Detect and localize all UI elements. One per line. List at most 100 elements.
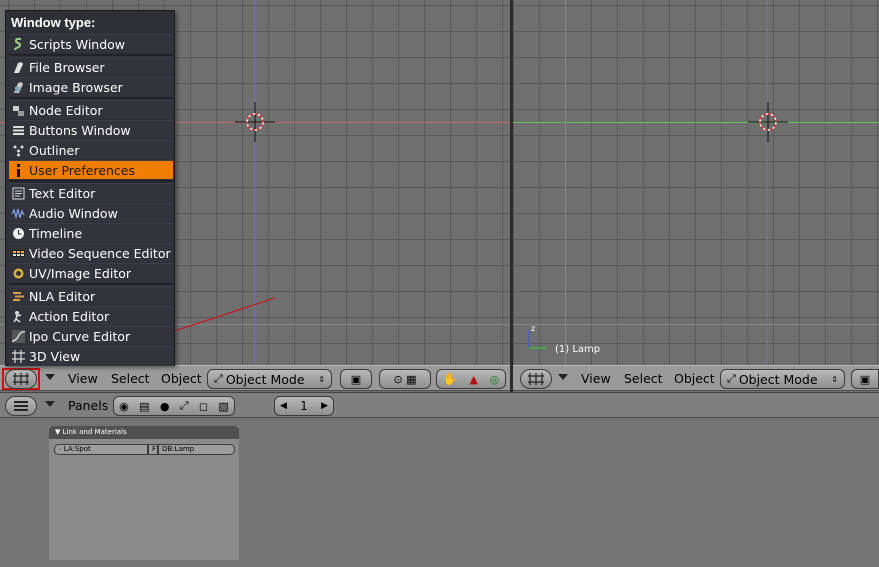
pivot-icon: ⊙ ▦ bbox=[393, 372, 417, 386]
chevron-down-icon[interactable] bbox=[558, 374, 568, 380]
menu-item-label: Scripts Window bbox=[29, 37, 126, 52]
lamp-data-field[interactable]: ◦ LA:Spot bbox=[54, 444, 148, 455]
frame-number: 1 bbox=[300, 399, 308, 413]
file-browser-icon bbox=[14, 62, 23, 73]
scene-icon[interactable]: ▧ bbox=[218, 400, 228, 413]
updown-icon: ⇕ bbox=[318, 374, 325, 384]
hand-icon[interactable]: ✋ bbox=[443, 372, 458, 386]
menu-item-label: Buttons Window bbox=[29, 123, 131, 138]
menu-item-action-editor[interactable]: Action Editor bbox=[9, 306, 173, 325]
panels-label: Panels bbox=[68, 398, 109, 413]
menu-item-timeline[interactable]: Timeline bbox=[9, 223, 173, 242]
menu-item-buttons-window[interactable]: Buttons Window bbox=[9, 120, 173, 139]
menu-item-ipo-curve-editor[interactable]: Ipo Curve Editor bbox=[9, 326, 173, 345]
window-type-menu: Window type: Scripts Window File Browser… bbox=[5, 10, 175, 366]
3d-view-header-right: View Select Object ⤢ Object Mode ⇕ ▣ bbox=[513, 365, 879, 391]
chevron-down-icon[interactable] bbox=[45, 401, 55, 407]
editing-icon[interactable]: ◻ bbox=[199, 400, 208, 413]
grid-line bbox=[513, 324, 879, 325]
axis-gizmo-icon: z bbox=[528, 324, 547, 349]
mode-select-label: Object Mode bbox=[738, 371, 818, 387]
clock-icon bbox=[13, 228, 24, 239]
y-axis-line bbox=[513, 122, 879, 123]
menu-item-node-editor[interactable]: Node Editor bbox=[9, 100, 173, 119]
menu-object[interactable]: Object bbox=[161, 371, 202, 386]
gizmo-z-label: z bbox=[531, 324, 535, 333]
3d-viewport-right[interactable]: z (1) Lamp bbox=[513, 0, 879, 365]
mode-select[interactable]: ⤢ Object Mode ⇕ bbox=[720, 369, 845, 389]
menu-item-label: 3D View bbox=[29, 349, 81, 364]
draw-type-button[interactable]: ▣ bbox=[851, 369, 879, 389]
menu-item-audio-window[interactable]: Audio Window bbox=[9, 203, 173, 222]
menu-select[interactable]: Select bbox=[624, 371, 663, 386]
pivot-button[interactable]: ⊙ ▦ bbox=[379, 369, 431, 389]
menu-object[interactable]: Object bbox=[674, 371, 715, 386]
menu-title: Window type: bbox=[11, 15, 96, 30]
menu-view[interactable]: View bbox=[581, 371, 611, 386]
menu-separator bbox=[9, 97, 173, 99]
menu-item-label: Video Sequence Editor bbox=[29, 246, 171, 261]
menu-separator bbox=[9, 180, 173, 182]
menu-separator bbox=[9, 283, 173, 285]
panel-title: Link and Materials bbox=[62, 428, 127, 436]
grid-line bbox=[565, 0, 566, 365]
menu-item-label: UV/Image Editor bbox=[29, 266, 132, 281]
chevron-down-icon[interactable] bbox=[45, 374, 55, 380]
menu-item-3d-view[interactable]: 3D View bbox=[9, 346, 173, 366]
lamp-object-icon[interactable] bbox=[748, 102, 788, 142]
menu-item-label: Ipo Curve Editor bbox=[29, 329, 131, 344]
menu-item-outliner[interactable]: Outliner bbox=[9, 140, 173, 159]
nla-icon bbox=[13, 292, 24, 301]
menu-item-scripts-window[interactable]: Scripts Window bbox=[9, 34, 173, 53]
window-type-button[interactable] bbox=[5, 369, 37, 389]
buttons-window-icon bbox=[13, 126, 24, 135]
menu-item-file-browser[interactable]: File Browser bbox=[9, 57, 173, 76]
menu-item-text-editor[interactable]: Text Editor bbox=[9, 183, 173, 202]
menu-item-label: NLA Editor bbox=[29, 289, 96, 304]
action-icon bbox=[13, 311, 22, 323]
menu-view[interactable]: View bbox=[68, 371, 98, 386]
panel-header[interactable]: ▼ Link and Materials bbox=[49, 426, 239, 439]
cube-icon: ▣ bbox=[350, 372, 362, 386]
window-type-button[interactable] bbox=[5, 396, 37, 416]
menu-item-label: Timeline bbox=[29, 226, 83, 241]
rotate-icon[interactable]: ◎ bbox=[490, 373, 500, 386]
updown-icon: ⇕ bbox=[831, 374, 838, 384]
mode-select[interactable]: ⤢ Object Mode ⇕ bbox=[207, 369, 332, 389]
menu-item-label: User Preferences bbox=[29, 163, 135, 178]
menu-item-label: File Browser bbox=[29, 60, 105, 75]
film-strip-icon bbox=[12, 250, 25, 257]
object-name-field[interactable]: OB:Lamp bbox=[158, 444, 235, 455]
logic-icon[interactable]: ◉ bbox=[119, 400, 129, 413]
menu-select[interactable]: Select bbox=[111, 371, 150, 386]
text-editor-icon bbox=[12, 187, 25, 200]
object-icon[interactable]: ⤢ bbox=[180, 399, 189, 413]
menu-separator bbox=[9, 54, 173, 56]
fake-user-button[interactable]: F bbox=[148, 444, 158, 455]
3d-view-grid-icon bbox=[12, 350, 25, 363]
menu-item-uv-image-editor[interactable]: UV/Image Editor bbox=[9, 263, 173, 282]
menu-item-video-sequence-editor[interactable]: Video Sequence Editor bbox=[9, 243, 173, 262]
shading-icon[interactable]: ● bbox=[160, 400, 170, 413]
buttons-window-header: Panels ◉ ▤ ● ⤢ ◻ ▧ ◀ 1 ▶ bbox=[0, 392, 879, 418]
manipulator-buttons[interactable]: ✋ ▲ ◎ bbox=[436, 369, 506, 389]
chevron-left-icon[interactable]: ◀ bbox=[280, 401, 287, 411]
window-type-button[interactable] bbox=[520, 369, 552, 389]
menu-item-label: Node Editor bbox=[29, 103, 103, 118]
menu-item-user-preferences[interactable]: User Preferences bbox=[9, 160, 173, 179]
translate-icon[interactable]: ▲ bbox=[469, 373, 477, 386]
menu-item-image-browser[interactable]: Image Browser bbox=[9, 77, 173, 96]
chevron-right-icon[interactable]: ▶ bbox=[321, 401, 328, 411]
frame-number-field[interactable]: ◀ 1 ▶ bbox=[274, 396, 334, 416]
script-icon[interactable]: ▤ bbox=[139, 400, 149, 413]
outliner-icon bbox=[13, 145, 24, 157]
lamp-object-icon[interactable] bbox=[235, 102, 275, 142]
uv-image-icon bbox=[13, 268, 24, 279]
ipo-curve-icon bbox=[12, 330, 25, 343]
context-buttons[interactable]: ◉ ▤ ● ⤢ ◻ ▧ bbox=[113, 396, 235, 416]
draw-type-button[interactable]: ▣ bbox=[340, 369, 372, 389]
object-mode-icon: ⤢ bbox=[214, 372, 223, 385]
mode-select-label: Object Mode bbox=[225, 371, 305, 387]
image-browser-icon bbox=[14, 82, 23, 93]
menu-item-nla-editor[interactable]: NLA Editor bbox=[9, 286, 173, 305]
